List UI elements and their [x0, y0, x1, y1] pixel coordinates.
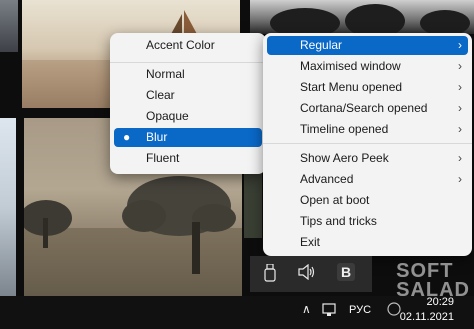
- menu-item-timeline-opened[interactable]: Timeline opened ›: [267, 120, 468, 139]
- menu-item-tips-and-tricks[interactable]: Tips and tricks: [267, 212, 468, 231]
- menu-item-opaque[interactable]: Opaque: [114, 107, 262, 126]
- network-icon[interactable]: [322, 303, 338, 320]
- menu-item-open-at-boot[interactable]: Open at boot: [267, 191, 468, 210]
- menu-separator: [263, 143, 472, 144]
- tray-overflow-icon[interactable]: ∧: [302, 302, 311, 316]
- chevron-right-icon: ›: [458, 59, 462, 73]
- language-indicator[interactable]: РУС: [349, 304, 371, 316]
- taskbar: ∧ РУС 20:29 02.11.2021: [0, 296, 474, 329]
- chevron-right-icon: ›: [458, 38, 462, 52]
- accent-color-submenu: Accent Color Normal Clear Opaque ● Blur …: [110, 33, 266, 174]
- softsalad-watermark: SOFT SALAD: [396, 260, 470, 301]
- volume-icon[interactable]: [298, 263, 316, 283]
- accent-color-header: Accent Color: [146, 38, 215, 52]
- clock-date: 02.11.2021: [399, 311, 454, 323]
- wallpaper-tile-left: [0, 118, 16, 296]
- menu-item-regular[interactable]: Regular ›: [267, 36, 468, 55]
- translucenttb-main-menu: Regular › Maximised window › Start Menu …: [263, 33, 472, 256]
- chevron-right-icon: ›: [458, 172, 462, 186]
- chevron-right-icon: ›: [458, 80, 462, 94]
- menu-item-maximised-window[interactable]: Maximised window ›: [267, 57, 468, 76]
- usb-eject-icon[interactable]: [264, 263, 276, 285]
- menu-item-cortana-search-opened[interactable]: Cortana/Search opened ›: [267, 99, 468, 118]
- translucenttb-icon[interactable]: B: [336, 262, 356, 285]
- chevron-right-icon: ›: [458, 151, 462, 165]
- menu-item-clear[interactable]: Clear: [114, 86, 262, 105]
- menu-item-advanced[interactable]: Advanced ›: [267, 170, 468, 189]
- menu-item-normal[interactable]: Normal: [114, 65, 262, 84]
- wallpaper-tile-topleft: [0, 0, 18, 52]
- menu-item-blur[interactable]: ● Blur: [114, 128, 262, 147]
- chevron-right-icon: ›: [458, 122, 462, 136]
- menu-item-exit[interactable]: Exit: [267, 233, 468, 252]
- menu-item-start-menu-opened[interactable]: Start Menu opened ›: [267, 78, 468, 97]
- clock-time: 20:29: [426, 296, 454, 308]
- menu-separator: [110, 62, 266, 63]
- selected-bullet-icon: ●: [123, 130, 131, 144]
- menu-item-fluent[interactable]: Fluent: [114, 149, 262, 168]
- svg-text:B: B: [341, 264, 351, 280]
- chevron-right-icon: ›: [458, 101, 462, 115]
- tray-overflow-popup: B: [250, 256, 372, 292]
- wallpaper-tile-rocks: [250, 0, 474, 34]
- menu-item-show-aero-peek[interactable]: Show Aero Peek ›: [267, 149, 468, 168]
